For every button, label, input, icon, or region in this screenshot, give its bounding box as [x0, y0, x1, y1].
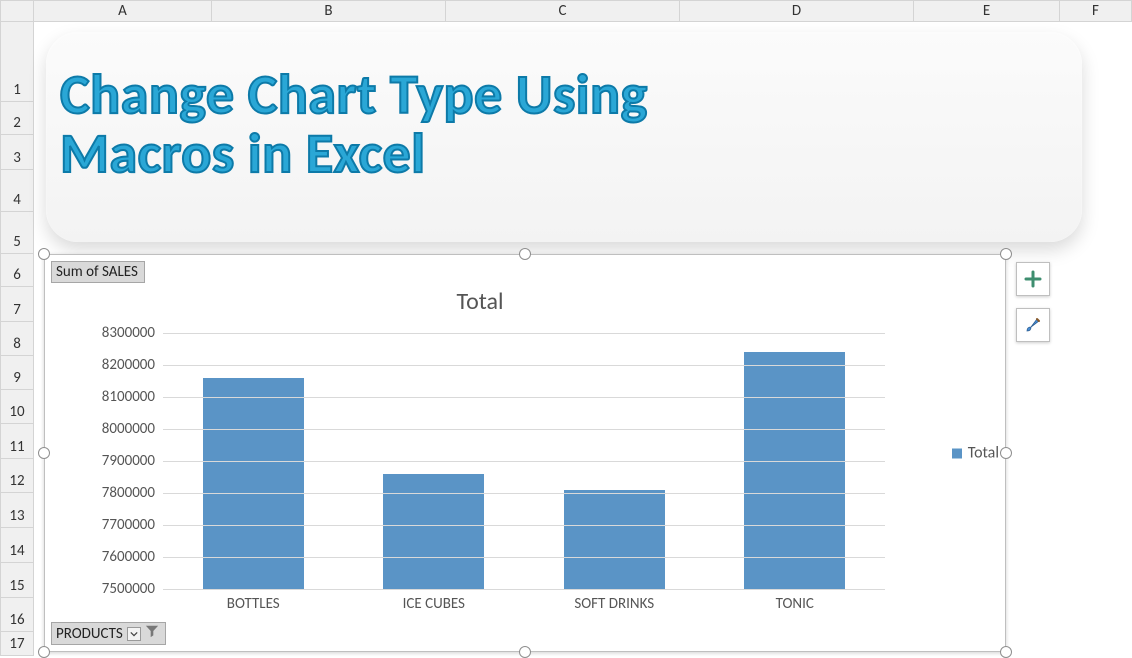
title-text: Change Chart Type Using Macros in Excel	[60, 66, 648, 184]
pivot-field-axis[interactable]: PRODUCTS	[51, 622, 166, 645]
row-header[interactable]: 15	[0, 563, 34, 598]
x-axis-tick-label: SOFT DRINKS	[524, 595, 705, 613]
resize-handle[interactable]	[38, 646, 50, 658]
y-axis-tick-label: 7600000	[69, 548, 155, 566]
row-header[interactable]: 1	[0, 22, 34, 102]
y-axis-tick-label: 7800000	[69, 484, 155, 502]
resize-handle[interactable]	[38, 248, 50, 260]
row-header[interactable]: 14	[0, 528, 34, 563]
y-axis-tick-label: 7500000	[69, 580, 155, 598]
filter-icon	[145, 624, 159, 643]
row-header[interactable]: 8	[0, 322, 34, 356]
row-header[interactable]: 16	[0, 598, 34, 632]
row-header[interactable]: 17	[0, 632, 34, 656]
gridline	[163, 397, 885, 398]
chart-styles-button[interactable]	[1016, 308, 1050, 342]
pivot-chart-object[interactable]: Sum of SALES PRODUCTS Total BOTTLESICE C…	[44, 254, 1006, 652]
pivot-field-values[interactable]: Sum of SALES	[51, 261, 145, 283]
row-header[interactable]: 10	[0, 390, 34, 424]
row-header[interactable]: 13	[0, 493, 34, 528]
resize-handle[interactable]	[519, 646, 531, 658]
chart-elements-button[interactable]	[1016, 262, 1050, 296]
title-banner: Change Chart Type Using Macros in Excel	[46, 32, 1082, 242]
chart-bar[interactable]	[383, 474, 484, 589]
chart-bar[interactable]	[744, 352, 845, 589]
column-header[interactable]: D	[680, 0, 914, 22]
y-axis-tick-label: 7700000	[69, 516, 155, 534]
pivot-field-label: PRODUCTS	[56, 625, 123, 643]
worksheet-area[interactable]: Change Chart Type Using Macros in Excel …	[34, 22, 1132, 656]
column-header[interactable]: C	[446, 0, 680, 22]
resize-handle[interactable]	[1000, 646, 1012, 658]
chart-legend[interactable]: Total	[952, 444, 999, 463]
column-header[interactable]: A	[34, 0, 212, 22]
plus-icon	[1023, 269, 1043, 289]
y-axis-tick-label: 7900000	[69, 452, 155, 470]
gridline	[163, 365, 885, 366]
y-axis-tick-label: 8200000	[69, 356, 155, 374]
gridline	[163, 589, 885, 590]
resize-handle[interactable]	[1000, 248, 1012, 260]
gridline	[163, 493, 885, 494]
resize-handle[interactable]	[38, 447, 50, 459]
gridline	[163, 525, 885, 526]
row-header[interactable]: 2	[0, 102, 34, 135]
dropdown-icon[interactable]	[127, 627, 141, 641]
row-header[interactable]: 9	[0, 356, 34, 390]
row-header[interactable]: 12	[0, 459, 34, 493]
y-axis-tick-label: 8100000	[69, 388, 155, 406]
legend-swatch	[952, 448, 962, 458]
gridline	[163, 333, 885, 334]
column-header[interactable]: B	[212, 0, 446, 22]
column-header[interactable]: F	[1060, 0, 1132, 22]
x-axis-tick-label: TONIC	[705, 595, 886, 613]
chart-plot-area[interactable]: BOTTLESICE CUBESSOFT DRINKSTONIC 7500000…	[163, 333, 885, 589]
chart-bar[interactable]	[564, 490, 665, 589]
row-header[interactable]: 11	[0, 424, 34, 459]
row-header[interactable]: 5	[0, 212, 34, 254]
x-axis-tick-label: ICE CUBES	[344, 595, 525, 613]
resize-handle[interactable]	[519, 248, 531, 260]
gridline	[163, 461, 885, 462]
pivot-field-label: Sum of SALES	[56, 263, 138, 281]
legend-label: Total	[968, 444, 999, 463]
column-header[interactable]: E	[914, 0, 1060, 22]
row-header[interactable]: 3	[0, 135, 34, 170]
select-all-corner[interactable]	[0, 0, 34, 22]
chart-title[interactable]: Total	[45, 287, 915, 316]
row-header[interactable]: 4	[0, 170, 34, 212]
y-axis-tick-label: 8300000	[69, 324, 155, 342]
x-axis-tick-label: BOTTLES	[163, 595, 344, 613]
row-header[interactable]: 6	[0, 254, 34, 287]
y-axis-tick-label: 8000000	[69, 420, 155, 438]
gridline	[163, 557, 885, 558]
gridline	[163, 429, 885, 430]
row-header[interactable]: 7	[0, 287, 34, 322]
paintbrush-icon	[1023, 315, 1043, 335]
resize-handle[interactable]	[1000, 447, 1012, 459]
